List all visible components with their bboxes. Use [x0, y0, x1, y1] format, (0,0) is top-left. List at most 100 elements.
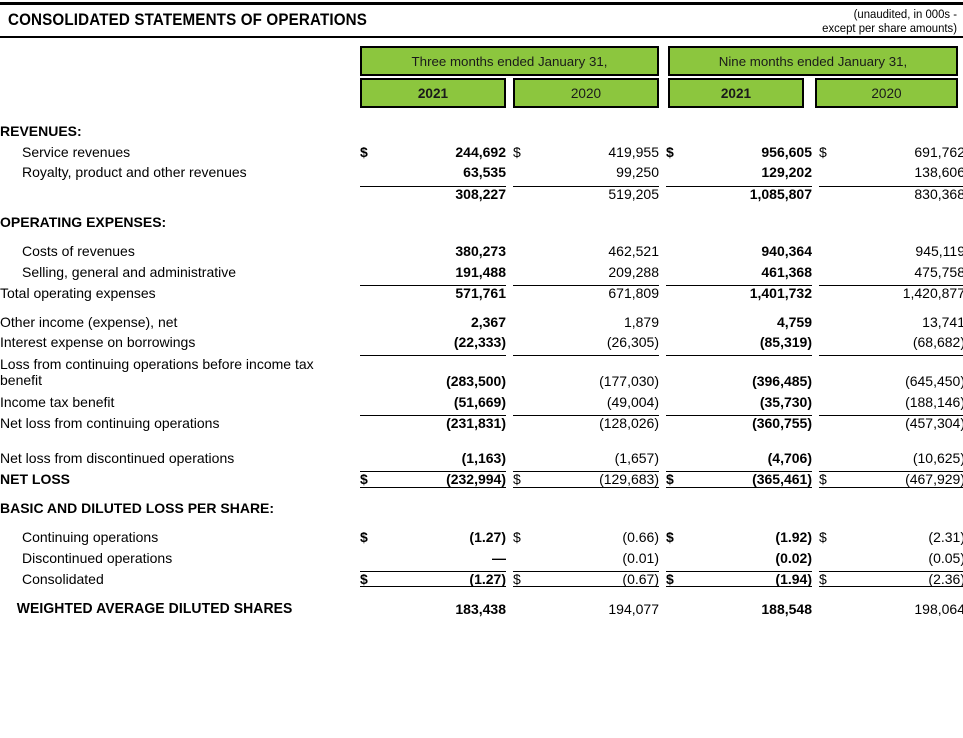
row-label: WEIGHTED AVERAGE DILUTED SHARES	[16, 599, 293, 617]
currency-symbol: $	[819, 143, 827, 160]
column-header-q-2020: 2020	[513, 78, 659, 108]
units-note-line1: (unaudited, in 000s -	[853, 6, 957, 21]
row-label	[0, 186, 360, 201]
table-row-income-tax-benefit: Income tax benefit (51,669) (49,004) (35…	[0, 395, 963, 410]
cell-value: 129,202	[761, 164, 812, 181]
table-row-revenues-header: REVENUES:	[0, 124, 963, 139]
row-label: Discontinued operations	[22, 549, 173, 566]
cell-value: (467,929)	[849, 470, 963, 488]
column-header-q-2021: 2021	[360, 78, 506, 108]
cell-value: (129,683)	[543, 470, 659, 488]
table-row-eps-discontinued: Discontinued operations — (0.01) (0.02) …	[0, 549, 963, 566]
cell-value: 1,085,807	[696, 185, 812, 202]
cell-value: 830,368	[849, 185, 963, 202]
table-row-net-loss: NET LOSS $ (232,994) $ (129,683) $ (365,…	[0, 470, 963, 488]
currency-symbol: $	[819, 528, 827, 545]
currency-symbol: $	[819, 570, 849, 588]
cell-value: 940,364	[761, 242, 812, 259]
cell-value: 671,809	[543, 284, 659, 301]
cell-value: (231,831)	[390, 415, 506, 431]
cell-value: 4,759	[776, 313, 812, 330]
cell-value: 956,605	[761, 143, 812, 160]
row-label: Royalty, product and other revenues	[22, 164, 247, 181]
cell-value: (22,333)	[453, 334, 506, 351]
row-label: Net loss from continuing operations	[0, 415, 220, 432]
cell-value: (26,305)	[606, 334, 659, 351]
row-label: REVENUES:	[0, 123, 82, 139]
row-label: Service revenues	[22, 143, 131, 160]
cell-value: 191,488	[455, 263, 506, 280]
currency-symbol: $	[513, 143, 521, 160]
cell-value: (2.31)	[928, 528, 963, 545]
row-label: Other income (expense), net	[0, 313, 178, 330]
cell-value: (232,994)	[390, 470, 506, 488]
cell-value: (85,319)	[759, 334, 812, 351]
table-row-eps-continuing: Continuing operations $ (1.27) $ (0.66) …	[0, 530, 963, 545]
table-row-royalty-product-other: Royalty, product and other revenues 63,5…	[0, 165, 963, 180]
cell-value: (0.01)	[622, 549, 659, 566]
financial-table: REVENUES: Service revenues $ 244,692 $ 4…	[0, 118, 963, 617]
cell-value: (1,657)	[614, 449, 659, 466]
row-label: Interest expense on borrowings	[0, 334, 196, 351]
currency-symbol: $	[513, 528, 521, 545]
cell-value: 691,762	[914, 143, 963, 160]
row-label: Consolidated	[22, 571, 104, 588]
cell-value: (49,004)	[606, 393, 659, 410]
cell-value: (457,304)	[849, 415, 963, 431]
cell-value: (1.27)	[390, 570, 506, 588]
cell-value: 13,741	[922, 313, 963, 330]
currency-symbol: $	[666, 528, 674, 545]
cell-value: (10,625)	[912, 449, 963, 466]
cell-value: (1,163)	[461, 449, 506, 466]
row-label: Selling, general and administrative	[22, 263, 237, 280]
statement-sheet: CONSOLIDATED STATEMENTS OF OPERATIONS (u…	[0, 0, 963, 738]
cell-value: (188,146)	[905, 393, 963, 410]
currency-symbol: $	[819, 470, 849, 488]
table-row-loss-before-tax: Loss from continuing operations before i…	[0, 355, 963, 389]
cell-value: 380,273	[455, 242, 506, 259]
cell-value: (4,706)	[767, 449, 812, 466]
cell-value: 419,955	[608, 143, 659, 160]
cell-value: 519,205	[543, 185, 659, 202]
cell-value: (128,026)	[543, 415, 659, 431]
spacer-row	[0, 516, 963, 530]
spacer-row	[0, 201, 963, 215]
cell-value: (2.36)	[849, 570, 963, 588]
cell-value: (35,730)	[759, 393, 812, 410]
row-label: NET LOSS	[0, 471, 71, 488]
currency-symbol: $	[666, 570, 696, 588]
cell-value: (68,682)	[912, 334, 963, 351]
row-label: Income tax benefit	[0, 393, 115, 410]
row-label: Costs of revenues	[22, 242, 135, 259]
row-label: Loss from continuing operations before i…	[0, 355, 314, 389]
table-row-net-loss-continuing: Net loss from continuing operations (231…	[0, 415, 963, 432]
table-row-service-revenues: Service revenues $ 244,692 $ 419,955 $ 9…	[0, 143, 963, 160]
cell-value: 571,761	[390, 284, 506, 301]
page-title: CONSOLIDATED STATEMENTS OF OPERATIONS	[8, 11, 368, 29]
table-row-other-income-net: Other income (expense), net 2,367 1,879 …	[0, 313, 963, 330]
table-row-eps-header: BASIC AND DILUTED LOSS PER SHARE:	[0, 501, 963, 516]
cell-value: (0.67)	[543, 570, 659, 588]
cell-value: 63,535	[463, 164, 506, 181]
cell-value: 1,879	[623, 313, 659, 330]
column-group-nine-months: Nine months ended January 31,	[668, 46, 958, 76]
currency-symbol: $	[513, 570, 543, 588]
currency-symbol: $	[360, 528, 368, 545]
cell-value: 308,227	[390, 185, 506, 202]
row-label: Net loss from discontinued operations	[0, 449, 235, 466]
cell-value: (0.05)	[928, 549, 963, 566]
units-note-line2: except per share amounts)	[822, 20, 957, 35]
currency-symbol: $	[513, 470, 543, 488]
cell-value: —	[492, 549, 506, 566]
column-header-n-2021: 2021	[668, 78, 804, 108]
table-row-operating-expenses-header: OPERATING EXPENSES:	[0, 215, 963, 230]
table-row-total-revenues: 308,227 519,205 1,085,807 830,368	[0, 185, 963, 202]
cell-value: (0.02)	[775, 549, 812, 566]
title-bar: CONSOLIDATED STATEMENTS OF OPERATIONS (u…	[0, 2, 963, 38]
cell-value: (645,450)	[849, 355, 963, 389]
cell-value: (1.27)	[469, 528, 506, 545]
cell-value: (360,755)	[696, 415, 812, 431]
table-row-total-operating-expenses: Total operating expenses 571,761 671,809…	[0, 284, 963, 301]
cell-value: 462,521	[608, 242, 659, 259]
row-label: Continuing operations	[22, 528, 159, 545]
